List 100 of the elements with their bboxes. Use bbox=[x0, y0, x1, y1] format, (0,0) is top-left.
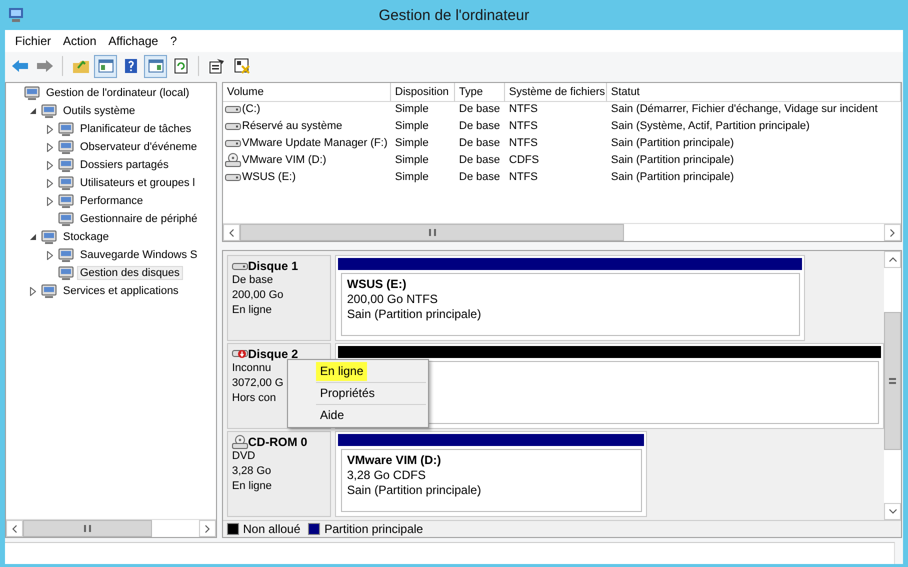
partition-block[interactable]: VMware VIM (D:) 3,28 Go CDFS Sain (Partition principale) bbox=[335, 431, 647, 517]
expand-arrow-icon[interactable] bbox=[47, 178, 53, 188]
tree-item[interactable]: Outils système bbox=[60, 104, 138, 118]
disk-name: Disque 1 bbox=[248, 259, 298, 273]
scroll-left-icon[interactable] bbox=[12, 524, 17, 532]
horizontal-scrollbar[interactable] bbox=[6, 519, 216, 537]
horizontal-scrollbar[interactable] bbox=[223, 223, 901, 241]
disk-detail: DVD bbox=[232, 449, 256, 464]
grip-icon bbox=[889, 378, 896, 384]
folder-icon bbox=[72, 58, 90, 74]
disk-detail: 3,28 Go bbox=[232, 464, 272, 479]
computer-icon bbox=[41, 283, 57, 299]
scroll-up-icon[interactable] bbox=[888, 257, 896, 262]
column-header[interactable]: Système de fichiers bbox=[505, 83, 607, 102]
expand-arrow-icon[interactable] bbox=[47, 124, 53, 134]
disk-detail: De base bbox=[232, 273, 273, 288]
column-header[interactable]: Disposition bbox=[391, 83, 455, 102]
partition-detail: Sain (Partition principale) bbox=[347, 307, 482, 322]
scroll-thumb[interactable] bbox=[23, 520, 152, 537]
grip-icon bbox=[84, 525, 91, 532]
table-cell: De base bbox=[459, 170, 500, 182]
expand-arrow-icon[interactable] bbox=[47, 250, 53, 260]
expand-arrow-icon[interactable] bbox=[47, 160, 53, 170]
disk-detail: 3072,00 G bbox=[232, 376, 284, 391]
computer-icon bbox=[41, 229, 57, 245]
properties-icon bbox=[208, 58, 224, 74]
computer-icon bbox=[58, 247, 74, 263]
tree-item[interactable]: Planificateur de tâches bbox=[77, 122, 194, 136]
column-header[interactable]: Volume bbox=[223, 83, 391, 102]
menu-item[interactable]: Fichier bbox=[9, 33, 58, 49]
menu-item[interactable]: ? bbox=[164, 33, 183, 49]
disk-info-panel[interactable]: CD-ROM 0 DVD 3,28 Go En ligne bbox=[227, 431, 331, 517]
computer-icon bbox=[58, 157, 74, 173]
collapse-arrow-icon[interactable] bbox=[29, 107, 37, 115]
help-icon bbox=[124, 58, 138, 74]
table-cell: (C:) bbox=[242, 102, 260, 114]
offline-drive-icon bbox=[232, 348, 248, 360]
cd-drive-icon bbox=[225, 152, 241, 166]
tree-item[interactable]: Observateur d'événeme bbox=[77, 140, 200, 154]
back-arrow-icon bbox=[10, 59, 28, 73]
vertical-scrollbar[interactable] bbox=[884, 251, 901, 520]
tree-item[interactable]: Services et applications bbox=[60, 284, 182, 298]
table-cell: Sain (Partition principale) bbox=[611, 154, 734, 166]
table-cell: VMware Update Manager (F:) bbox=[242, 136, 388, 148]
tree-item[interactable]: Gestion de l'ordinateur (local) bbox=[43, 86, 192, 100]
refresh-icon bbox=[174, 58, 188, 74]
forward-arrow-icon bbox=[36, 59, 54, 73]
grip-icon bbox=[428, 229, 436, 236]
drive-icon bbox=[225, 172, 241, 182]
scroll-thumb[interactable] bbox=[884, 312, 901, 450]
tree-item[interactable]: Dossiers partagés bbox=[77, 158, 172, 172]
table-cell: Simple bbox=[395, 136, 429, 148]
disk-info-panel[interactable]: Disque 1 De base 200,00 Go En ligne bbox=[227, 255, 331, 341]
menu-item[interactable]: En ligne bbox=[316, 362, 368, 381]
disk-detail: En ligne bbox=[232, 479, 272, 494]
column-header[interactable]: Type bbox=[455, 83, 505, 102]
table-cell: Simple bbox=[395, 170, 429, 182]
window-pane-icon bbox=[98, 59, 114, 73]
table-cell: Sain (Partition principale) bbox=[611, 136, 734, 148]
partition-detail: Sain (Partition principale) bbox=[347, 483, 482, 498]
table-cell: Simple bbox=[395, 120, 429, 132]
drive-icon bbox=[225, 138, 241, 148]
table-cell: NTFS bbox=[509, 120, 538, 132]
table-cell: Réservé au système bbox=[242, 120, 342, 132]
expand-arrow-icon[interactable] bbox=[47, 196, 53, 206]
disk-detail: Inconnu bbox=[232, 361, 272, 376]
tree-item[interactable]: Performance bbox=[77, 194, 146, 208]
tree-item[interactable]: Stockage bbox=[60, 230, 112, 244]
scroll-right-icon[interactable] bbox=[205, 524, 210, 532]
expand-arrow-icon[interactable] bbox=[30, 286, 36, 296]
column-header[interactable]: Statut bbox=[607, 83, 901, 102]
table-cell: De base bbox=[459, 102, 500, 114]
partition-detail: 200,00 Go NTFS bbox=[347, 292, 438, 307]
disk-name: Disque 2 bbox=[248, 347, 298, 361]
table-cell: De base bbox=[459, 154, 500, 166]
tree-item[interactable]: Gestion des disques bbox=[77, 266, 183, 280]
tree-item[interactable]: Utilisateurs et groupes l bbox=[77, 176, 198, 190]
legend-label: Non alloué bbox=[243, 522, 300, 536]
partition-detail: 3,28 Go CDFS bbox=[347, 468, 426, 483]
disk-name: CD-ROM 0 bbox=[248, 435, 308, 449]
tree-item[interactable]: Gestionnaire de périphé bbox=[77, 212, 200, 226]
partition-block[interactable]: WSUS (E:) 200,00 Go NTFS Sain (Partition principale) bbox=[335, 255, 805, 341]
table-cell: Simple bbox=[395, 154, 429, 166]
scroll-left-icon[interactable] bbox=[229, 228, 234, 236]
partition-title: VMware VIM (D:) bbox=[347, 452, 442, 468]
scroll-down-icon[interactable] bbox=[888, 509, 896, 514]
scroll-right-icon[interactable] bbox=[890, 228, 895, 236]
drive-icon bbox=[225, 120, 241, 130]
collapse-arrow-icon[interactable] bbox=[29, 233, 37, 241]
expand-arrow-icon[interactable] bbox=[47, 142, 53, 152]
computer-icon bbox=[24, 85, 40, 101]
table-cell: Simple bbox=[395, 102, 429, 114]
menu-item[interactable]: Action bbox=[57, 33, 102, 49]
menu-item[interactable]: Affichage bbox=[102, 33, 164, 49]
scroll-thumb[interactable] bbox=[240, 224, 624, 241]
computer-icon bbox=[58, 211, 74, 227]
table-cell: Sain (Démarrer, Fichier d'échange, Vidage sur incident bbox=[611, 102, 878, 114]
computer-icon bbox=[41, 103, 57, 119]
tree-item[interactable]: Sauvegarde Windows S bbox=[77, 248, 200, 262]
table-cell: Sain (Partition principale) bbox=[611, 170, 734, 182]
